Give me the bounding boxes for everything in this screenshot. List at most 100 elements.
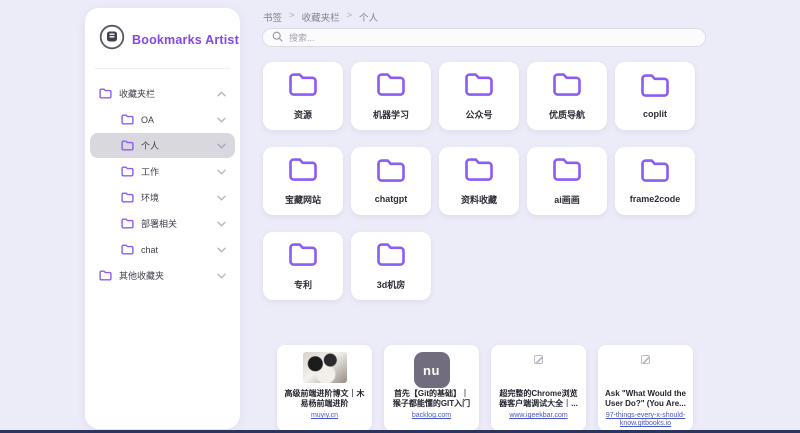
folder-icon — [464, 72, 494, 102]
bookmark-card[interactable]: 高级前端进阶博文｜木易杨前端进阶 muyiy.cn — [277, 345, 372, 431]
folder-card-treasure-sites[interactable]: 宝藏网站 — [263, 147, 343, 215]
folder-card-resources[interactable]: 资源 — [263, 62, 343, 130]
folder-label: 机器学习 — [373, 108, 409, 121]
sidebar-item-oa[interactable]: OA — [90, 107, 235, 132]
chevron-down-icon[interactable] — [217, 143, 226, 149]
nulab-logo-icon: nu — [414, 352, 450, 388]
sidebar-item-deployment[interactable]: 部署相关 — [90, 211, 235, 236]
folder-icon — [552, 72, 582, 102]
folder-card-3d-room[interactable]: 3d机房 — [351, 232, 431, 300]
bookmark-thumbnail-area — [641, 352, 650, 389]
sidebar-item-environment[interactable]: 环境 — [90, 185, 235, 210]
folder-icon — [464, 157, 494, 187]
bookmark-title: Ask "What Would the User Do?" (You Are..… — [605, 389, 686, 409]
folder-label: 3d机房 — [377, 278, 406, 291]
folder-icon — [376, 72, 406, 102]
folder-card-quality-nav[interactable]: 优质导航 — [527, 62, 607, 130]
sidebar: Bookmarks Artist 收藏夹栏 OA 个人 工作 环境 — [85, 8, 240, 429]
bookmark-thumbnail-area: nu — [414, 352, 450, 389]
folder-label: 资料收藏 — [461, 193, 497, 206]
breadcrumb-item-personal[interactable]: 个人 — [359, 10, 378, 24]
bookmark-card[interactable]: nu 首先【Git的基础】｜猴子都能懂的GIT入门｜.. backlog.com — [384, 345, 479, 431]
chevron-down-icon[interactable] — [217, 169, 226, 175]
folder-icon — [640, 73, 670, 103]
bookmark-link[interactable]: backlog.com — [412, 412, 451, 420]
folder-card-patents[interactable]: 专利 — [263, 232, 343, 300]
search-bar[interactable] — [262, 28, 706, 47]
folder-card-materials[interactable]: 资料收藏 — [439, 147, 519, 215]
folder-icon — [640, 158, 670, 188]
broken-image-icon — [641, 355, 650, 364]
sidebar-item-label: chat — [141, 245, 158, 255]
bookmark-link[interactable]: muyiy.cn — [311, 412, 338, 420]
breadcrumb-item-bookmarks[interactable]: 书签 — [263, 10, 282, 24]
breadcrumb-separator: > — [289, 10, 295, 24]
bookmark-thumbnail-area — [534, 352, 543, 389]
folder-label: 宝藏网站 — [285, 193, 321, 206]
bookmark-card[interactable]: Ask "What Would the User Do?" (You Are..… — [598, 345, 693, 431]
folder-icon — [99, 270, 112, 281]
broken-image-icon — [534, 355, 543, 364]
sidebar-item-label: 其他收藏夹 — [119, 269, 164, 282]
chevron-down-icon[interactable] — [217, 195, 226, 201]
folder-icon — [376, 158, 406, 188]
sidebar-item-label: 个人 — [141, 139, 159, 152]
sidebar-item-chat[interactable]: chat — [90, 237, 235, 262]
folder-icon — [121, 218, 134, 229]
bookmark-title: 超完整的Chrome浏览器客户端调试大全｜... — [498, 389, 579, 409]
sidebar-item-label: 收藏夹栏 — [119, 87, 155, 100]
sidebar-item-personal[interactable]: 个人 — [90, 133, 235, 158]
bookmark-row: 高级前端进阶博文｜木易杨前端进阶 muyiy.cn nu 首先【Git的基础】｜… — [277, 345, 693, 431]
folder-icon — [121, 192, 134, 203]
chevron-down-icon[interactable] — [217, 273, 226, 279]
folder-icon — [552, 157, 582, 187]
folder-icon — [99, 88, 112, 99]
folder-grid: 资源 机器学习 公众号 优质导航 coplit 宝藏网站 chatgpt 资料收… — [263, 62, 699, 300]
folder-icon — [121, 166, 134, 177]
folder-icon — [288, 157, 318, 187]
folder-label: 资源 — [294, 108, 312, 121]
folder-card-ai-painting[interactable]: ai画画 — [527, 147, 607, 215]
folder-icon — [288, 72, 318, 102]
app-logo-icon — [99, 24, 125, 55]
chevron-down-icon[interactable] — [217, 247, 226, 253]
sidebar-item-label: 工作 — [141, 165, 159, 178]
folder-label: coplit — [643, 109, 667, 119]
folder-icon — [288, 242, 318, 272]
sidebar-item-favorites-bar[interactable]: 收藏夹栏 — [90, 81, 235, 106]
folder-icon — [121, 114, 134, 125]
folder-label: 优质导航 — [549, 108, 585, 121]
breadcrumb: 书签 > 收藏夹栏 > 个人 — [263, 10, 378, 24]
sidebar-item-work[interactable]: 工作 — [90, 159, 235, 184]
folder-icon — [121, 244, 134, 255]
bookmark-title: 首先【Git的基础】｜猴子都能懂的GIT入门｜.. — [391, 389, 472, 409]
bookmark-card[interactable]: 超完整的Chrome浏览器客户端调试大全｜... www.igeekbar.co… — [491, 345, 586, 431]
sidebar-item-other-bookmarks[interactable]: 其他收藏夹 — [90, 263, 235, 288]
folder-card-coplit[interactable]: coplit — [615, 62, 695, 130]
bookmark-link[interactable]: www.igeekbar.com — [509, 412, 567, 420]
folder-card-frame2code[interactable]: frame2code — [615, 147, 695, 215]
app-logo: Bookmarks Artist — [85, 8, 240, 55]
chevron-down-icon[interactable] — [217, 221, 226, 227]
divider — [95, 68, 230, 69]
sidebar-item-label: OA — [141, 115, 154, 125]
search-input[interactable] — [289, 33, 696, 43]
folder-label: frame2code — [630, 194, 681, 204]
breadcrumb-item-favorites-bar[interactable]: 收藏夹栏 — [302, 10, 340, 24]
folder-card-chatgpt[interactable]: chatgpt — [351, 147, 431, 215]
folder-card-official-accounts[interactable]: 公众号 — [439, 62, 519, 130]
bookmark-link[interactable]: 97-things-every-x-should-know.gitbooks.i… — [605, 412, 686, 428]
chevron-down-icon[interactable] — [217, 117, 226, 123]
folder-icon — [121, 140, 134, 151]
folder-label: chatgpt — [375, 194, 408, 204]
sidebar-item-label: 环境 — [141, 191, 159, 204]
search-icon — [272, 29, 283, 47]
folder-label: 公众号 — [465, 108, 492, 121]
chevron-up-icon[interactable] — [217, 91, 226, 97]
bookmark-title: 高级前端进阶博文｜木易杨前端进阶 — [284, 389, 365, 409]
sidebar-tree: 收藏夹栏 OA 个人 工作 环境 部署相关 — [85, 81, 240, 288]
folder-label: 专利 — [294, 278, 312, 291]
folder-card-machine-learning[interactable]: 机器学习 — [351, 62, 431, 130]
dog-photo-thumbnail — [303, 352, 347, 383]
breadcrumb-separator: > — [347, 10, 353, 24]
